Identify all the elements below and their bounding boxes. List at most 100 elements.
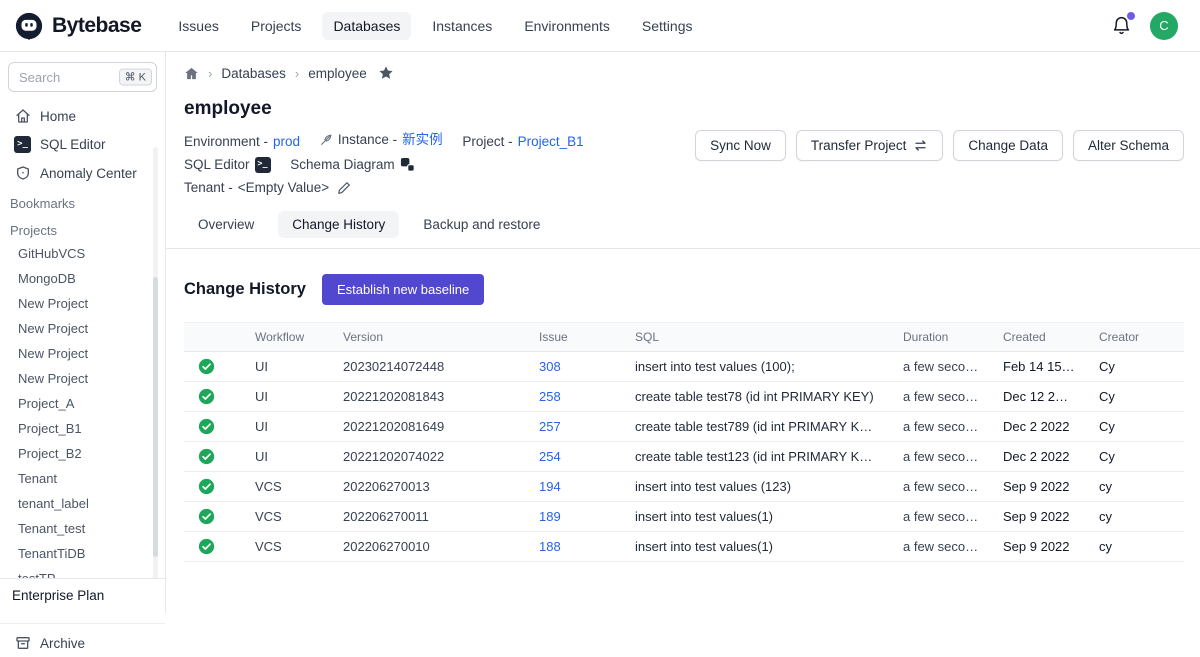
divider <box>0 623 165 624</box>
sql-editor-shortcut[interactable]: SQL Editor >_ <box>184 153 271 176</box>
nav-item-settings[interactable]: Settings <box>631 12 704 40</box>
cell-created: Sep 9 2022 <box>987 502 1083 532</box>
column-header-version: Version <box>327 323 523 352</box>
issue-link[interactable]: 258 <box>539 389 561 404</box>
issue-link[interactable]: 194 <box>539 479 561 494</box>
cell-creator: cy <box>1083 472 1184 502</box>
search-shortcut-badge: ⌘ K <box>119 69 152 86</box>
sidebar-project-project-a[interactable]: Project_A <box>0 391 165 416</box>
column-header-duration: Duration <box>887 323 987 352</box>
sidebar-project-new-project[interactable]: New Project <box>0 366 165 391</box>
sidebar-project-new-project[interactable]: New Project <box>0 316 165 341</box>
schema-diagram-icon <box>400 157 415 172</box>
cell-sql: insert into test values (123) <box>619 472 887 502</box>
project-link[interactable]: Project_B1 <box>518 130 584 153</box>
tenant-label: Tenant - <box>184 176 233 199</box>
schema-diagram-shortcut[interactable]: Schema Diagram <box>290 153 414 176</box>
instance-link[interactable]: 新实例 <box>402 128 443 151</box>
cell-workflow: UI <box>239 352 327 382</box>
issue-link[interactable]: 257 <box>539 419 561 434</box>
sidebar-item-anomaly-center[interactable]: Anomaly Center <box>0 159 165 187</box>
table-row[interactable]: UI20221202081649257create table test789 … <box>184 412 1184 442</box>
issue-link[interactable]: 188 <box>539 539 561 554</box>
issue-link[interactable]: 189 <box>539 509 561 524</box>
bytebase-logo[interactable]: Bytebase <box>14 11 141 41</box>
breadcrumb-databases[interactable]: Databases <box>221 66 286 81</box>
sidebar-project-project-b1[interactable]: Project_B1 <box>0 416 165 441</box>
sidebar-project-githubvcs[interactable]: GitHubVCS <box>0 241 165 266</box>
sidebar-scrollbar[interactable] <box>153 147 158 607</box>
cell-duration: a few seconds <box>887 442 987 472</box>
cell-sql: create table test78 (id int PRIMARY KEY) <box>619 382 887 412</box>
sidebar-item-label: Anomaly Center <box>40 166 137 181</box>
instance-engine-icon <box>320 133 333 146</box>
nav-item-databases[interactable]: Databases <box>322 12 411 40</box>
cell-issue: 258 <box>523 382 619 412</box>
status-done-icon <box>184 502 239 532</box>
table-row[interactable]: VCS202206270010188insert into test value… <box>184 532 1184 562</box>
sql-editor-icon: >_ <box>14 136 31 153</box>
issue-link[interactable]: 308 <box>539 359 561 374</box>
cell-duration: a few seconds <box>887 352 987 382</box>
cell-workflow: UI <box>239 382 327 412</box>
nav-item-environments[interactable]: Environments <box>513 12 621 40</box>
schema-diagram-label: Schema Diagram <box>290 153 394 176</box>
table-row[interactable]: VCS202206270013194insert into test value… <box>184 472 1184 502</box>
plan-label[interactable]: Enterprise Plan <box>0 578 165 613</box>
sidebar-item-archive[interactable]: Archive <box>0 629 165 657</box>
transfer-project-button[interactable]: Transfer Project <box>796 130 944 161</box>
button-label: Change Data <box>968 138 1048 153</box>
cell-created: Dec 12 2022 <box>987 382 1083 412</box>
breadcrumb-separator: › <box>295 66 299 81</box>
sidebar-scrollbar-thumb[interactable] <box>153 277 158 557</box>
table-row[interactable]: UI20221202081843258create table test78 (… <box>184 382 1184 412</box>
sidebar-item-home[interactable]: Home <box>0 102 165 130</box>
cell-workflow: VCS <box>239 472 327 502</box>
cell-issue: 188 <box>523 532 619 562</box>
bookmark-star-icon[interactable] <box>378 65 394 81</box>
cell-creator: cy <box>1083 502 1184 532</box>
cell-created: Feb 14 15:32 <box>987 352 1083 382</box>
breadcrumb-home-icon[interactable] <box>184 66 199 81</box>
status-done-icon <box>184 352 239 382</box>
cell-sql: create table test789 (id int PRIMARY KEY… <box>619 412 887 442</box>
sidebar-project-mongodb[interactable]: MongoDB <box>0 266 165 291</box>
establish-baseline-button[interactable]: Establish new baseline <box>322 274 484 305</box>
nav-item-instances[interactable]: Instances <box>421 12 503 40</box>
tab-backup-and-restore[interactable]: Backup and restore <box>409 211 554 238</box>
issue-link[interactable]: 254 <box>539 449 561 464</box>
sidebar-project-new-project[interactable]: New Project <box>0 341 165 366</box>
sidebar-item-sql-editor[interactable]: >_ SQL Editor <box>0 130 165 159</box>
column-header-status <box>184 323 239 352</box>
cell-issue: 308 <box>523 352 619 382</box>
change-data-button[interactable]: Change Data <box>953 130 1063 161</box>
column-header-created: Created <box>987 323 1083 352</box>
sidebar-project-tenant-label[interactable]: tenant_label <box>0 491 165 516</box>
table-row[interactable]: UI20230214072448308insert into test valu… <box>184 352 1184 382</box>
cell-sql: insert into test values(1) <box>619 532 887 562</box>
sidebar-project-tenant[interactable]: Tenant <box>0 466 165 491</box>
sync-now-button[interactable]: Sync Now <box>695 130 786 161</box>
sidebar-project-tenanttidb[interactable]: TenantTiDB <box>0 541 165 566</box>
button-label: Transfer Project <box>811 138 907 153</box>
tab-overview[interactable]: Overview <box>184 211 268 238</box>
notifications-button[interactable] <box>1111 15 1132 36</box>
nav-item-issues[interactable]: Issues <box>167 12 229 40</box>
tab-change-history[interactable]: Change History <box>278 211 399 238</box>
sidebar-project-project-b2[interactable]: Project_B2 <box>0 441 165 466</box>
nav-item-projects[interactable]: Projects <box>240 12 313 40</box>
avatar[interactable]: C <box>1150 12 1178 40</box>
environment-link[interactable]: prod <box>273 130 300 153</box>
alter-schema-button[interactable]: Alter Schema <box>1073 130 1184 161</box>
button-label: Alter Schema <box>1088 138 1169 153</box>
breadcrumb: › Databases › employee <box>184 52 1184 94</box>
edit-tenant-pencil-icon[interactable] <box>337 181 351 195</box>
sidebar-project-new-project[interactable]: New Project <box>0 291 165 316</box>
cell-version: 202206270010 <box>327 532 523 562</box>
table-row[interactable]: VCS202206270011189insert into test value… <box>184 502 1184 532</box>
sidebar-project-tenant-test[interactable]: Tenant_test <box>0 516 165 541</box>
sidebar-item-label: Archive <box>40 636 85 651</box>
cell-workflow: VCS <box>239 502 327 532</box>
breadcrumb-current[interactable]: employee <box>308 66 367 81</box>
table-row[interactable]: UI20221202074022254create table test123 … <box>184 442 1184 472</box>
